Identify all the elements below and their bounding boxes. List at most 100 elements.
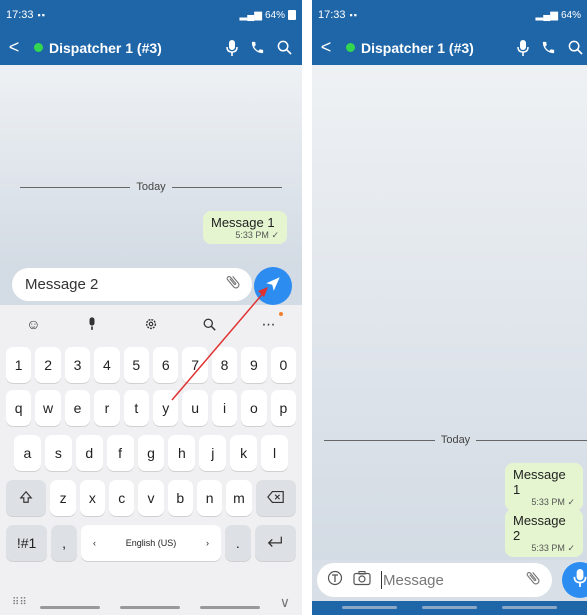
key[interactable]: b xyxy=(167,480,193,516)
key[interactable]: o xyxy=(241,390,267,426)
backspace-icon xyxy=(266,490,285,507)
key[interactable]: v xyxy=(138,480,164,516)
key[interactable]: k xyxy=(230,435,258,471)
key[interactable]: i xyxy=(211,390,238,426)
key[interactable]: z xyxy=(50,480,76,516)
system-nav-bar xyxy=(312,601,587,615)
message-bubble[interactable]: Message 1 5:33 PM ✓ xyxy=(203,211,287,244)
key[interactable]: x xyxy=(79,480,106,516)
comma-key[interactable]: , xyxy=(51,525,77,561)
chat-area: Today Message 1 5:33 PM ✓ Message 2 5:33… xyxy=(312,65,587,560)
attachment-icon[interactable] xyxy=(224,273,242,296)
key[interactable]: s xyxy=(44,435,72,471)
search-icon[interactable] xyxy=(277,40,292,55)
right-screenshot: 17:33 ▪▪ ▂▄▆ 64% < Dispatcher 1 (#3) Tod… xyxy=(312,0,587,615)
keyboard-search-icon[interactable] xyxy=(196,312,224,336)
notification-icons: ▪▪ xyxy=(37,10,46,20)
keyboard-bottom-bar: ⠿⠿ ∨ xyxy=(0,590,302,615)
key[interactable]: 4 xyxy=(94,347,120,383)
key[interactable]: 5 xyxy=(123,347,150,383)
chat-area: Today Message 1 5:33 PM ✓ xyxy=(0,65,302,265)
key[interactable]: r xyxy=(94,390,120,426)
message-bubble[interactable]: Message 1 5:33 PM ✓ xyxy=(505,463,583,511)
delivered-check-icon: ✓ xyxy=(271,230,279,240)
period-key[interactable]: . xyxy=(224,525,251,561)
status-time: 17:33 xyxy=(318,9,346,21)
enter-icon xyxy=(266,535,284,552)
key[interactable]: 9 xyxy=(241,347,267,383)
message-time: 5:33 PM xyxy=(531,497,565,507)
online-status-dot xyxy=(34,43,43,52)
keyboard-toolbar: ☺ ⋯ xyxy=(0,309,302,339)
key[interactable]: q xyxy=(6,390,32,426)
number-row: 1 2 3 4 5 6 7 8 9 0 xyxy=(0,347,302,383)
app-bar: < Dispatcher 1 (#3) xyxy=(0,30,302,65)
key[interactable]: 0 xyxy=(270,347,297,383)
key[interactable]: 6 xyxy=(153,347,179,383)
left-screenshot: 17:33 ▪▪ ▂▄▆ 64% < Dispatcher 1 (#3) Tod… xyxy=(0,0,302,615)
message-input-value: Message 2 xyxy=(25,276,99,293)
battery-text: 64% xyxy=(264,9,285,21)
keyboard-settings-icon[interactable] xyxy=(137,312,165,336)
key[interactable]: m xyxy=(226,480,252,516)
key[interactable]: t xyxy=(123,390,150,426)
back-button[interactable]: < xyxy=(0,37,28,58)
key[interactable]: n xyxy=(196,480,223,516)
voice-input-icon[interactable] xyxy=(78,312,106,336)
key[interactable]: d xyxy=(75,435,103,471)
emoji-icon[interactable]: ☺ xyxy=(19,312,47,336)
backspace-key[interactable] xyxy=(255,480,297,516)
key[interactable]: 1 xyxy=(6,347,32,383)
key[interactable]: a xyxy=(14,435,41,471)
message-bubble[interactable]: Message 2 5:33 PM ✓ xyxy=(505,509,583,557)
key[interactable]: 8 xyxy=(211,347,238,383)
microphone-icon[interactable] xyxy=(226,39,238,56)
text-format-icon[interactable] xyxy=(327,570,343,591)
space-right-chevron: › xyxy=(205,538,209,548)
space-bar[interactable]: ‹ English (US) › xyxy=(81,525,221,561)
letter-row-2: a s d f g h j k l xyxy=(0,435,302,471)
message-input[interactable]: Message 2 xyxy=(12,268,252,301)
phone-call-icon[interactable] xyxy=(541,40,556,55)
date-divider: Today xyxy=(312,434,587,446)
key[interactable]: 7 xyxy=(182,347,208,383)
key[interactable]: f xyxy=(106,435,134,471)
key[interactable]: y xyxy=(153,390,179,426)
key[interactable]: p xyxy=(270,390,297,426)
phone-call-icon[interactable] xyxy=(250,40,265,55)
key[interactable]: h xyxy=(168,435,196,471)
app-bar: < Dispatcher 1 (#3) xyxy=(312,30,587,65)
signal-icon: ▂▄▆ xyxy=(535,9,558,21)
hide-keyboard-icon[interactable]: ∨ xyxy=(280,594,290,611)
key[interactable]: u xyxy=(182,390,208,426)
key[interactable]: l xyxy=(261,435,289,471)
key[interactable]: j xyxy=(199,435,227,471)
enter-key[interactable] xyxy=(254,525,296,561)
more-options-icon[interactable]: ⋯ xyxy=(255,312,283,336)
compose-bar: Message xyxy=(312,560,587,615)
send-button[interactable] xyxy=(254,267,292,305)
key[interactable]: 3 xyxy=(64,347,91,383)
key[interactable]: c xyxy=(109,480,135,516)
shift-key[interactable] xyxy=(6,480,47,516)
back-button[interactable]: < xyxy=(312,37,340,58)
status-time: 17:33 xyxy=(6,9,34,21)
symbols-key[interactable]: !#1 xyxy=(6,525,48,561)
date-divider-label: Today xyxy=(440,434,471,446)
message-input[interactable]: Message xyxy=(317,563,552,597)
date-divider: Today xyxy=(0,181,302,193)
key[interactable]: 2 xyxy=(35,347,61,383)
camera-icon[interactable] xyxy=(353,570,371,591)
send-icon xyxy=(264,275,282,298)
message-text: Message 1 xyxy=(513,467,566,497)
key[interactable]: g xyxy=(137,435,165,471)
keyboard-grid-icon[interactable]: ⠿⠿ xyxy=(12,597,27,608)
chat-title: Dispatcher 1 (#3) xyxy=(49,39,162,56)
microphone-icon[interactable] xyxy=(517,39,529,56)
on-screen-keyboard: ☺ ⋯ 1 2 3 4 5 6 7 8 9 0 q w e r t y u i … xyxy=(0,305,302,615)
search-icon[interactable] xyxy=(568,40,583,55)
attachment-icon[interactable] xyxy=(524,569,542,592)
key[interactable]: e xyxy=(64,390,91,426)
key[interactable]: w xyxy=(35,390,61,426)
date-divider-label: Today xyxy=(136,181,166,193)
